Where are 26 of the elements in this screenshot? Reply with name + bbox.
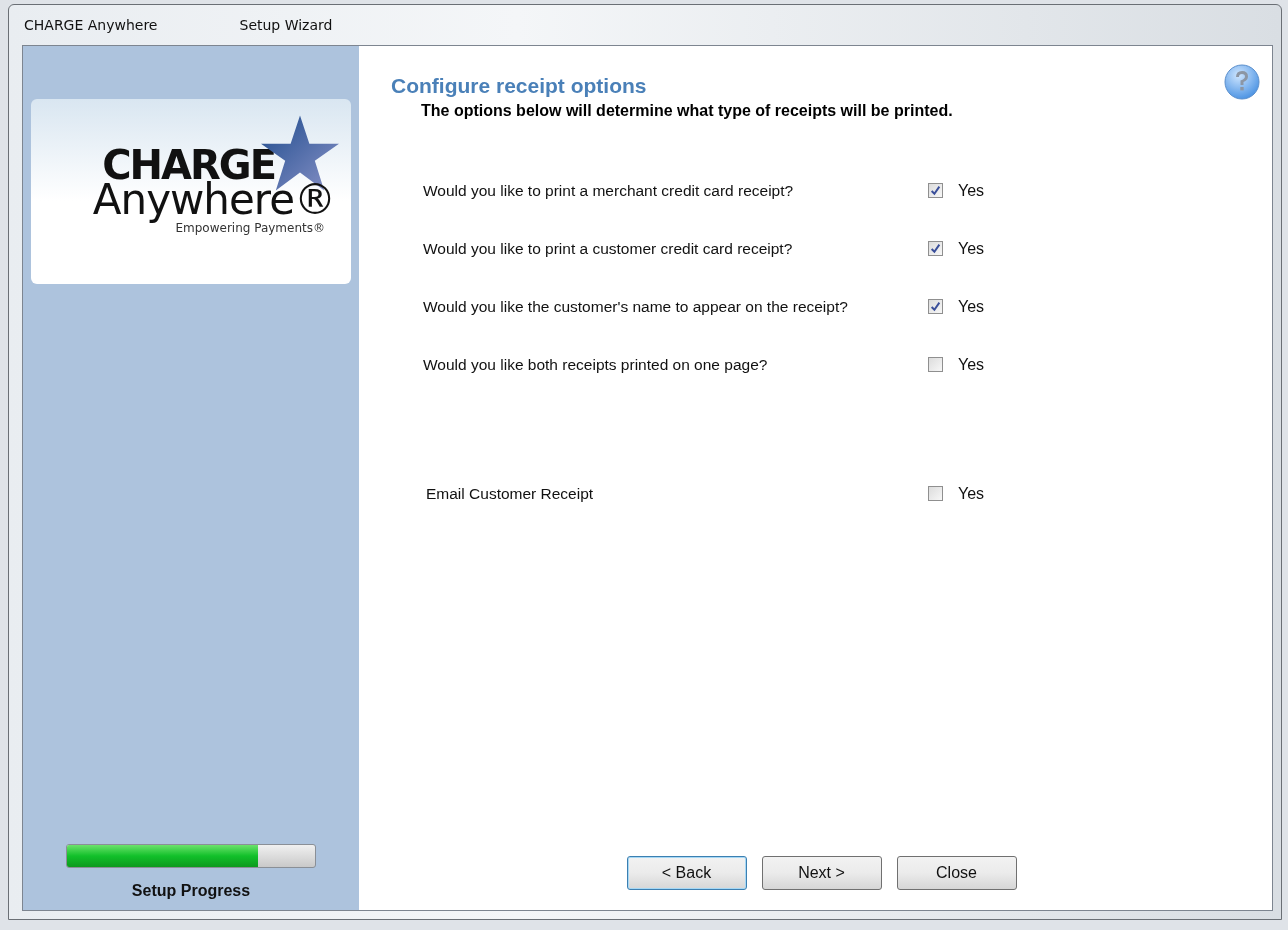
question-label: Would you like the customer's name to appear on the receipt? [423, 297, 849, 316]
question-label: Email Customer Receipt [426, 484, 595, 503]
checkbox-label[interactable]: Yes [958, 484, 985, 503]
checkbox[interactable] [928, 183, 943, 198]
checkbox[interactable] [928, 299, 943, 314]
page-title: Configure receipt options [391, 74, 647, 98]
intro-text: The options below will determine what type of receipts will be printed. [420, 102, 953, 120]
checkbox[interactable] [928, 357, 943, 372]
window-title: CHARGE Anywhere [24, 17, 158, 33]
logo-tagline: Empowering Payments® [175, 221, 325, 235]
checkbox-label[interactable]: Yes [958, 181, 985, 200]
logo-text: Anywhere® [92, 179, 335, 221]
wizard-button[interactable]: < Back [626, 856, 747, 890]
progress-label: Setup Progress [131, 882, 251, 900]
question-label: Would you like both receipts printed on one page? [423, 355, 769, 374]
checkbox[interactable] [928, 241, 943, 256]
wizard-button[interactable]: Next > [761, 856, 882, 890]
help-icon[interactable] [1224, 64, 1260, 100]
wizard-button[interactable]: Close [896, 856, 1017, 890]
checkbox-label[interactable]: Yes [958, 297, 985, 316]
checkbox-label[interactable]: Yes [958, 355, 985, 374]
question-label: Would you like to print a customer credit card receipt? [423, 239, 794, 258]
checkbox[interactable] [928, 486, 943, 501]
window-subtitle: Setup Wizard [239, 17, 333, 33]
checkbox-label[interactable]: Yes [958, 239, 985, 258]
question-label: Would you like to print a merchant credit card receipt? [423, 181, 795, 200]
